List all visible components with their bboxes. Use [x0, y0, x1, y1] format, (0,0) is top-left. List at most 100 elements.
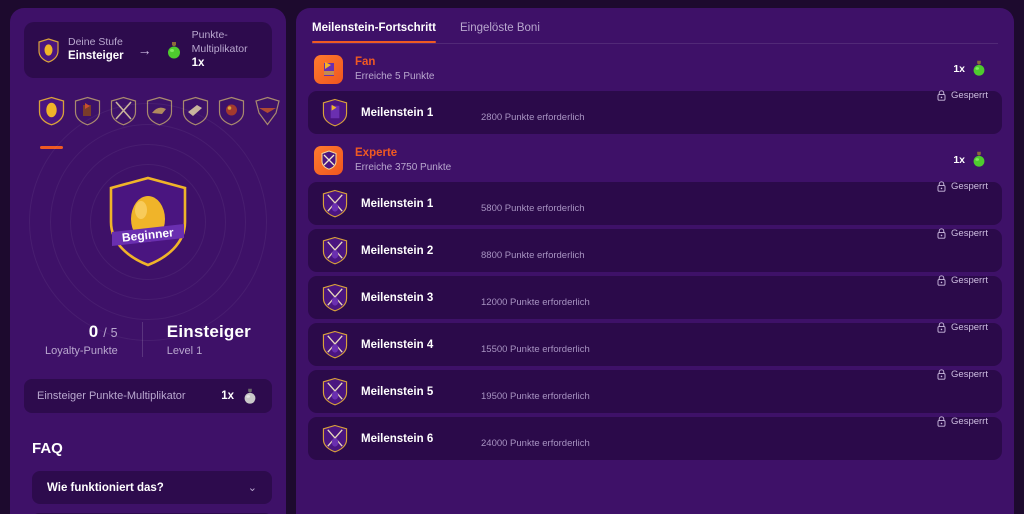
- fan-reward-name: Fan: [355, 55, 376, 68]
- milestone-requirement: 24000 Punkte erforderlich: [481, 437, 590, 449]
- fan-reward-requirement: Erreiche 5 Punkte: [355, 71, 435, 83]
- badge-area: Beginner: [10, 103, 286, 341]
- chevron-down-icon: ⌄: [247, 482, 257, 494]
- tier-label: Deine Stufe: [68, 36, 123, 49]
- milestone-progress: Gesperrt 24000 Punkte erforderlich: [481, 416, 988, 449]
- milestone-requirement: 19500 Punkte erforderlich: [481, 390, 590, 402]
- milestone-requirement: 15500 Punkte erforderlich: [481, 343, 590, 355]
- arrow-right-icon: →: [137, 42, 152, 58]
- tab-divider: [312, 43, 998, 44]
- fan-reward-icon: [314, 54, 343, 84]
- tier-icon-champion[interactable]: [218, 96, 245, 126]
- status-badge: Gesperrt: [937, 90, 988, 101]
- tier-icon-einsteiger[interactable]: [38, 96, 65, 126]
- multiplier-bar-value-group: 1x: [221, 387, 259, 405]
- multiplier-group: Punkte-Multiplikator 1x: [164, 28, 258, 72]
- current-tier-text: Deine Stufe Einsteiger: [68, 35, 124, 65]
- lock-icon: [937, 368, 946, 380]
- tier-value: Einsteiger: [68, 50, 124, 63]
- table-row[interactable]: Meilenstein 5 Gesperrt 19500 Punkte erford…: [308, 369, 1002, 413]
- multiplier-value: 1x: [191, 57, 205, 70]
- right-panel: Meilenstein-Fortschritt Eingelöste Boni …: [296, 8, 1014, 514]
- milestone-icon: [322, 189, 348, 218]
- status-badge: Gesperrt: [937, 322, 988, 333]
- milestone-icon: [322, 283, 348, 312]
- lock-icon: [937, 274, 946, 286]
- faq-title: FAQ: [32, 440, 63, 457]
- milestone-status: Gesperrt: [951, 227, 988, 239]
- lock-icon: [937, 180, 946, 192]
- milestone-progress: Gesperrt 5800 Punkte erforderlich: [481, 181, 988, 214]
- lock-icon: [937, 321, 946, 333]
- reward-header-fan[interactable]: Fan Erreiche 5 Punkte 1x: [308, 47, 1002, 91]
- table-row[interactable]: Meilenstein 1 Gesperrt 2800 Punkte erfor…: [308, 90, 1002, 134]
- multiplier-label: Punkte-Multiplikator: [191, 29, 248, 56]
- table-row[interactable]: Meilenstein 3 Gesperrt 12000 Punkte erford…: [308, 275, 1002, 319]
- milestone-list: Meilenstein 1 Gesperrt 5800 Punkte erforde…: [308, 181, 1002, 460]
- experte-reward-quantity: 1x: [953, 150, 996, 170]
- milestone-progress: Gesperrt 2800 Punkte erforderlich: [481, 90, 988, 123]
- milestone-name: Meilenstein 4: [361, 338, 434, 351]
- experte-reward-name: Experte: [355, 146, 398, 159]
- shield-icon: [38, 37, 59, 63]
- milestone-progress: Gesperrt 8800 Punkte erforderlich: [481, 228, 988, 261]
- milestone-icon: [322, 424, 348, 453]
- milestone-status: Gesperrt: [951, 89, 988, 101]
- level-badge: Beginner: [106, 174, 190, 270]
- milestone-status: Gesperrt: [951, 274, 988, 286]
- milestone-progress: Gesperrt 15500 Punkte erforderlich: [481, 322, 988, 355]
- lock-icon: [937, 89, 946, 101]
- milestone-name: Meilenstein 6: [361, 432, 434, 445]
- reward-header-experte[interactable]: Experte Erreiche 3750 Punkte 1x: [308, 138, 1002, 182]
- faq-question: Wie funktioniert das?: [47, 481, 164, 494]
- tab-redeemed-bonuses[interactable]: Eingelöste Boni: [460, 22, 540, 43]
- potion-icon: [970, 150, 990, 170]
- tier-summary-card: Deine Stufe Einsteiger → Punkte-Multipli…: [24, 22, 272, 78]
- milestone-status: Gesperrt: [951, 321, 988, 333]
- milestone-progress: Gesperrt 12000 Punkte erforderlich: [481, 275, 988, 308]
- fan-reward-qty-text: 1x: [953, 63, 965, 75]
- multiplier-text: Punkte-Multiplikator 1x: [192, 28, 258, 72]
- experte-reward-requirement: Erreiche 3750 Punkte: [355, 162, 452, 174]
- milestone-requirement: 8800 Punkte erforderlich: [481, 249, 585, 261]
- milestone-icon: [322, 330, 348, 359]
- milestone-status: Gesperrt: [951, 180, 988, 192]
- milestone-icon: [322, 236, 348, 265]
- table-row[interactable]: Meilenstein 2 Gesperrt 8800 Punkte erforde…: [308, 228, 1002, 272]
- milestone-name: Meilenstein 1: [361, 197, 434, 210]
- status-badge: Gesperrt: [937, 416, 988, 427]
- status-badge: Gesperrt: [937, 369, 988, 380]
- status-badge: Gesperrt: [937, 181, 988, 192]
- experte-reward-icon: [314, 145, 343, 175]
- tab-milestone-progress[interactable]: Meilenstein-Fortschritt: [312, 22, 436, 43]
- loyalty-page: Deine Stufe Einsteiger → Punkte-Multipli…: [0, 0, 1024, 514]
- milestone-icon: [322, 377, 348, 406]
- milestone-name: Meilenstein 1: [361, 106, 434, 119]
- potion-icon: [164, 40, 184, 60]
- faq-item[interactable]: Wie funktioniert das? ⌄: [32, 471, 272, 504]
- multiplier-bar-value: 1x: [221, 390, 234, 402]
- milestone-requirement: 2800 Punkte erforderlich: [481, 111, 585, 123]
- fan-reward-text: Fan Erreiche 5 Punkte: [355, 54, 953, 84]
- current-tier-group: Deine Stufe Einsteiger: [38, 35, 124, 65]
- lock-icon: [937, 227, 946, 239]
- status-badge: Gesperrt: [937, 228, 988, 239]
- fan-reward-quantity: 1x: [953, 59, 996, 79]
- potion-grey-icon: [241, 387, 259, 405]
- loyalty-points-label: Loyalty-Punkte: [45, 345, 118, 357]
- table-row[interactable]: Meilenstein 4 Gesperrt 15500 Punkte erford…: [308, 322, 1002, 366]
- milestone-name: Meilenstein 2: [361, 244, 434, 257]
- table-row[interactable]: Meilenstein 6 Gesperrt 24000 Punkte erford…: [308, 416, 1002, 460]
- milestone-status: Gesperrt: [951, 368, 988, 380]
- milestone-progress: Gesperrt 19500 Punkte erforderlich: [481, 369, 988, 402]
- potion-icon: [970, 59, 990, 79]
- milestone-name: Meilenstein 3: [361, 291, 434, 304]
- tier-icon-legende[interactable]: [254, 96, 281, 126]
- tab-bar: Meilenstein-Fortschritt Eingelöste Boni: [308, 8, 1002, 43]
- milestone-requirement: 5800 Punkte erforderlich: [481, 202, 585, 214]
- milestone-icon: [322, 98, 348, 127]
- table-row[interactable]: Meilenstein 1 Gesperrt 5800 Punkte erforde…: [308, 181, 1002, 225]
- multiplier-bar-label: Einsteiger Punkte-Multiplikator: [37, 390, 186, 402]
- left-panel: Deine Stufe Einsteiger → Punkte-Multipli…: [10, 8, 286, 514]
- status-badge: Gesperrt: [937, 275, 988, 286]
